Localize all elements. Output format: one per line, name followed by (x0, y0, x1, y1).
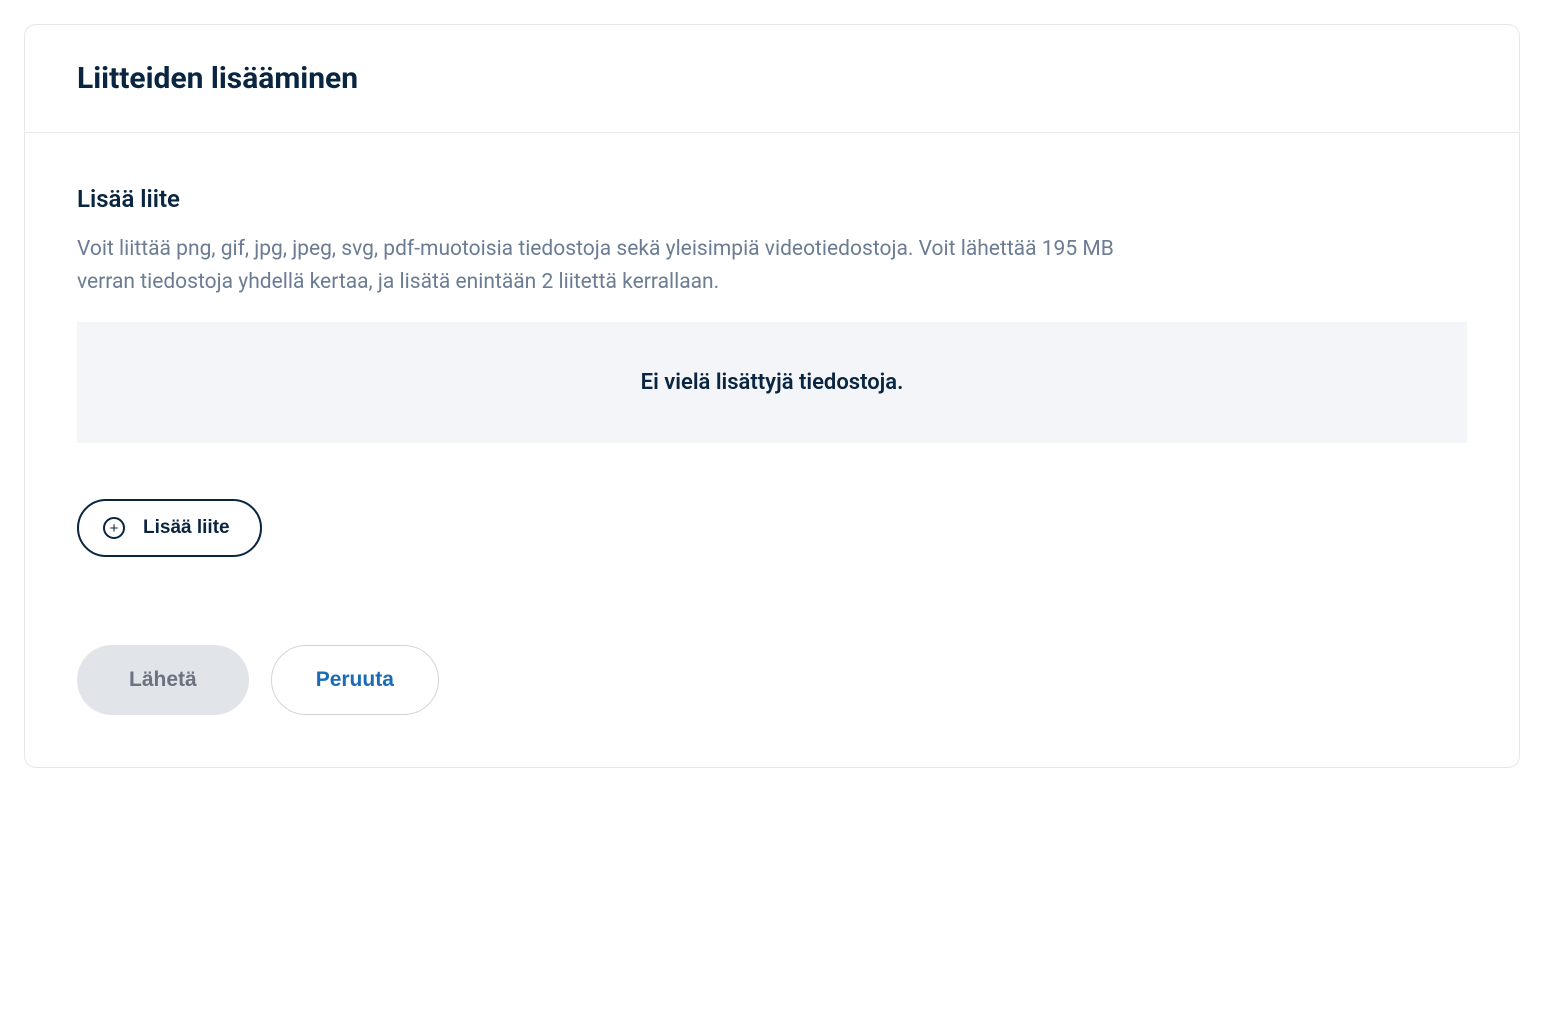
card-title: Liitteiden lisääminen (77, 61, 1467, 96)
submit-button[interactable]: Lähetä (77, 645, 249, 715)
card-header: Liitteiden lisääminen (25, 25, 1519, 133)
add-button-label: Lisää liite (143, 517, 230, 539)
attachments-card: Liitteiden lisääminen Lisää liite Voit l… (24, 24, 1520, 768)
card-body: Lisää liite Voit liittää png, gif, jpg, … (25, 133, 1519, 767)
footer-buttons: Lähetä Peruuta (77, 645, 1467, 715)
empty-state-text: Ei vielä lisättyjä tiedostoja. (641, 370, 904, 395)
plus-icon: + (103, 517, 125, 539)
section-title: Lisää liite (77, 185, 1467, 213)
add-attachment-button[interactable]: + Lisää liite (77, 499, 262, 557)
cancel-button[interactable]: Peruuta (271, 645, 439, 715)
empty-state-box: Ei vielä lisättyjä tiedostoja. (77, 322, 1467, 443)
section-description: Voit liittää png, gif, jpg, jpeg, svg, p… (77, 233, 1137, 298)
